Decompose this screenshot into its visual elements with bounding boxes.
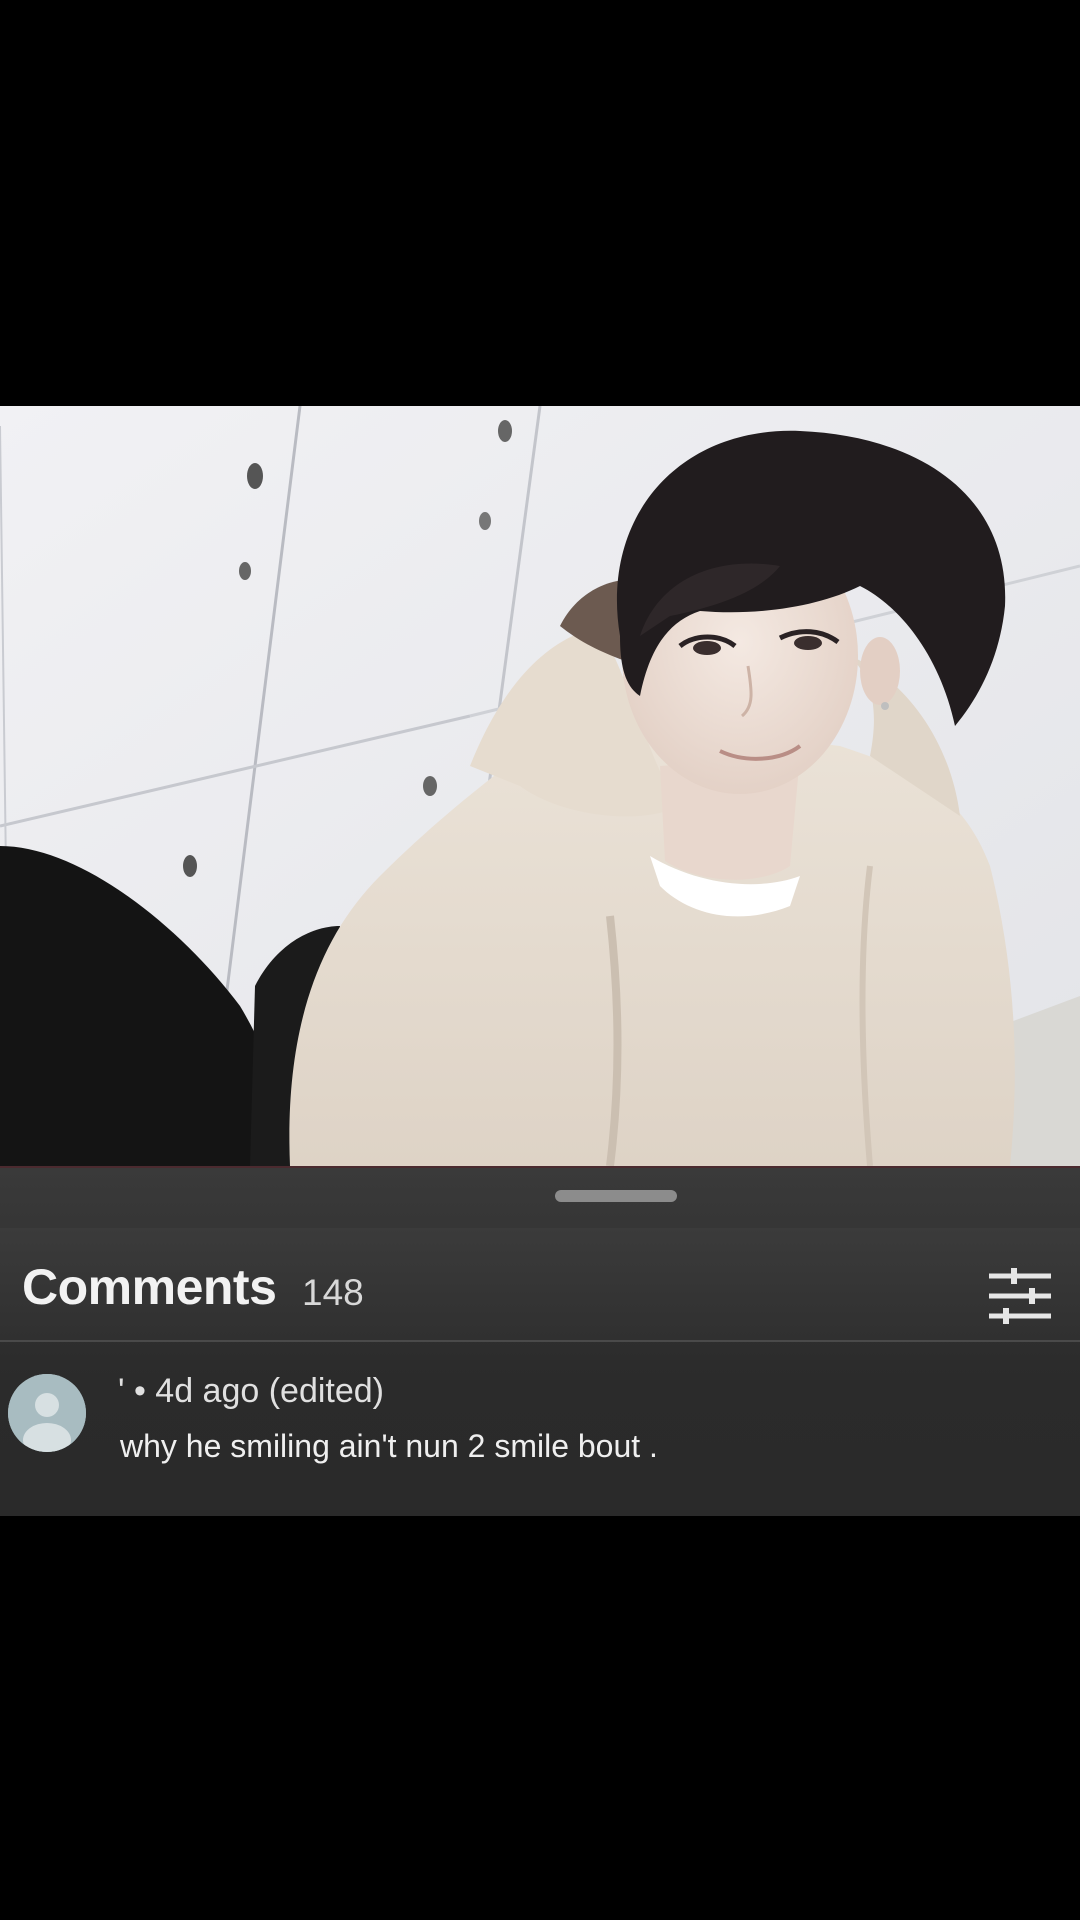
screen: Comments 148 ' • 4d ago (edited) why he … [0,0,1080,1920]
video-frame[interactable] [0,406,1080,1166]
drag-handle[interactable] [555,1190,677,1202]
comments-title: Comments [22,1259,277,1315]
comment-item[interactable]: ' • 4d ago (edited) why he smiling ain't… [0,1344,1080,1516]
comment-meta: ' • 4d ago (edited) [118,1372,385,1410]
comments-sheet: Comments 148 ' • 4d ago (edited) why he … [0,1166,1080,1516]
comments-header: Comments 148 [0,1228,1080,1342]
default-avatar-icon [8,1374,86,1452]
comment-text: why he smiling ain't nun 2 smile bout . [120,1428,658,1464]
person-photo [0,406,1080,1166]
comments-count: 148 [302,1272,364,1313]
avatar[interactable] [8,1374,86,1452]
sliders-icon[interactable] [985,1266,1055,1326]
